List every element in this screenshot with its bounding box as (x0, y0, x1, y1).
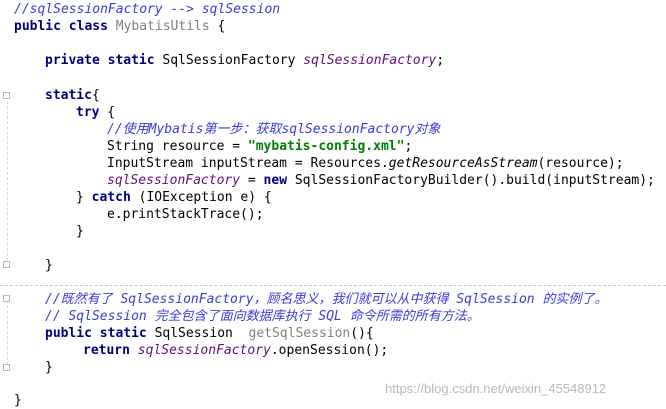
statement: e.printStackTrace(); (107, 207, 264, 222)
keyword: static (45, 88, 92, 103)
field-name: sqlSessionFactory (137, 343, 271, 358)
arguments: (resource); (537, 156, 624, 171)
code-line-6[interactable]: //使用Mybatis第一步：获取sqlSessionFactory对象 (107, 121, 441, 138)
operator: = (240, 173, 264, 188)
brace: } (14, 393, 22, 408)
keyword: return (83, 343, 138, 358)
code-line-18[interactable]: } (45, 359, 53, 376)
code-line-1[interactable]: //sqlSessionFactory --> sqlSession (14, 1, 280, 18)
brace: { (91, 88, 100, 103)
fold-guide (7, 96, 9, 266)
class-name: MybatisUtils (115, 19, 210, 34)
fold-guide (7, 295, 9, 370)
declaration: String resource = (107, 139, 248, 154)
code-line-7[interactable]: String resource = "mybatis-config.xml"; (107, 138, 412, 155)
field-name: sqlSessionFactory (303, 53, 437, 68)
code-line-9[interactable]: sqlSessionFactory = new SqlSessionFactor… (107, 172, 655, 189)
brace: } (76, 190, 92, 205)
string-literal: "mybatis-config.xml" (247, 139, 405, 154)
code-line-11[interactable]: e.printStackTrace(); (107, 206, 264, 223)
code-line-14[interactable]: //既然有了 SqlSessionFactory，顾名思义，我们就可以从中获得 … (45, 291, 607, 308)
code-line-5[interactable]: try { (76, 104, 115, 121)
keyword: catch (91, 190, 131, 205)
punctuation: ; (404, 139, 413, 154)
code-line-19[interactable]: } (14, 392, 22, 409)
code-line-4[interactable]: static{ (45, 87, 100, 104)
code-line-13[interactable]: } (45, 257, 53, 274)
method-separator (0, 285, 666, 286)
comment: //既然有了 SqlSessionFactory，顾名思义，我们就可以从中获得 … (45, 292, 608, 307)
comment: //sqlSessionFactory --> sqlSession (14, 2, 281, 17)
keyword: public static (45, 326, 155, 341)
type-name: SqlSessionFactory (162, 53, 304, 68)
method-call: .openSession(); (270, 343, 389, 358)
brace: } (76, 224, 84, 239)
type-name: SqlSession (154, 326, 249, 341)
catch-clause: (IOException e) { (130, 190, 272, 205)
punctuation: (){ (350, 326, 374, 341)
code-line-8[interactable]: InputStream inputStream = Resources.getR… (107, 155, 624, 172)
watermark: https://blog.csdn.net/weixin_45548912 (385, 381, 607, 396)
code-line-2[interactable]: public class MybatisUtils { (14, 18, 225, 35)
keyword: try (76, 105, 100, 120)
method-name: getSqlSession (248, 326, 351, 341)
method-call: getResourceAsStream (388, 156, 538, 171)
code-line-12[interactable]: } (76, 223, 84, 240)
declaration: InputStream inputStream = Resources. (107, 156, 389, 171)
code-line-15[interactable]: // SqlSession 完全包含了面向数据库执行 SQL 命令所需的所有方法… (45, 308, 480, 325)
fold-marker-icon[interactable] (3, 364, 10, 371)
field-name: sqlSessionFactory (107, 173, 241, 188)
brace: { (99, 105, 116, 120)
fold-marker-icon[interactable] (3, 295, 10, 302)
keyword: private static (45, 53, 163, 68)
keyword: public class (14, 19, 116, 34)
code-editor[interactable]: //sqlSessionFactory --> sqlSession publi… (0, 0, 666, 409)
comment: //使用Mybatis第一步：获取sqlSessionFactory对象 (107, 122, 441, 137)
fold-marker-icon[interactable] (3, 261, 10, 268)
brace: } (45, 258, 53, 273)
comment: // SqlSession 完全包含了面向数据库执行 SQL 命令所需的所有方法… (45, 309, 480, 324)
code-line-10[interactable]: } catch (IOException e) { (76, 189, 272, 206)
brace: { (209, 19, 226, 34)
expression: SqlSessionFactoryBuilder().build(inputSt… (287, 173, 655, 188)
code-line-16[interactable]: public static SqlSession getSqlSession()… (45, 325, 374, 342)
code-line-3[interactable]: private static SqlSessionFactory sqlSess… (45, 52, 444, 69)
code-line-17[interactable]: return sqlSessionFactory.openSession(); (83, 342, 388, 359)
fold-marker-icon[interactable] (3, 92, 10, 99)
punctuation: ; (436, 53, 445, 68)
brace: } (45, 360, 53, 375)
keyword: new (263, 173, 288, 188)
